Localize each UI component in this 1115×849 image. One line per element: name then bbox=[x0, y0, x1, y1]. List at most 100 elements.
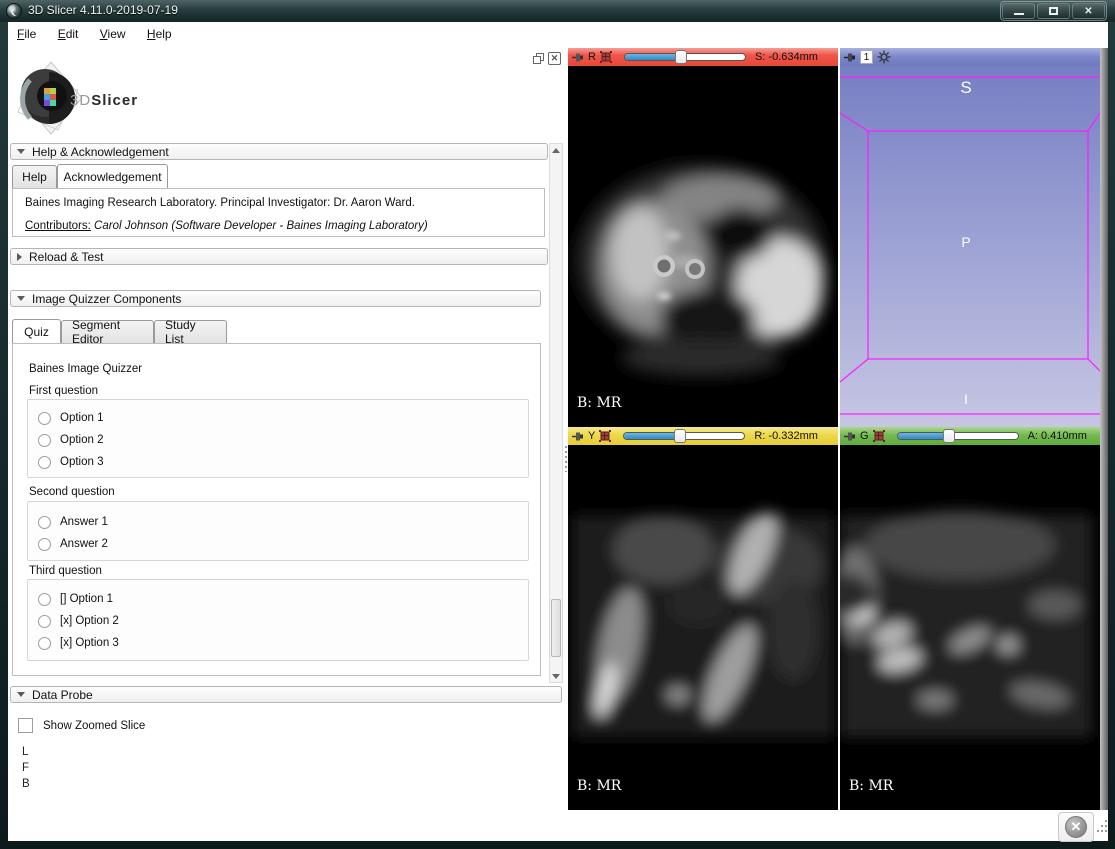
scroll-up-icon[interactable] bbox=[550, 144, 562, 156]
radio-button[interactable] bbox=[38, 637, 51, 650]
window-controls: ✕ bbox=[1000, 1, 1107, 21]
section-data-probe[interactable]: Data Probe bbox=[10, 686, 562, 703]
red-slice-viewport[interactable]: R S: -0.634mm bbox=[568, 48, 838, 427]
red-view-letter: R bbox=[588, 51, 596, 63]
yellow-volume-label: B: MR bbox=[577, 778, 621, 794]
slice-link-icon[interactable] bbox=[599, 430, 611, 442]
question-3-group: [] Option 1 [x] Option 2 [x] Option 3 bbox=[27, 579, 529, 661]
radio-row[interactable]: [x] Option 2 bbox=[38, 612, 119, 630]
radio-button[interactable] bbox=[38, 434, 51, 447]
yellow-slice-viewport[interactable]: Y R: -0.332mm bbox=[568, 427, 838, 810]
slice-link-icon[interactable] bbox=[600, 51, 612, 63]
section-help-acknowledgement[interactable]: Help & Acknowledgement bbox=[10, 143, 548, 160]
pin-icon[interactable] bbox=[571, 431, 584, 442]
orientation-label-i: I bbox=[840, 391, 1092, 407]
menu-file[interactable]: File bbox=[8, 22, 45, 45]
menu-bar: File Edit View Help bbox=[8, 22, 1108, 48]
close-slicelet-button[interactable]: ✕ bbox=[1058, 812, 1094, 842]
radio-row[interactable]: [] Option 1 bbox=[38, 590, 113, 608]
bottom-strip: ✕ bbox=[8, 810, 1108, 841]
sagittal-mr-image bbox=[568, 445, 838, 810]
radio-row[interactable]: Option 2 bbox=[38, 431, 103, 449]
title-bar[interactable]: 3D Slicer 4.11.0-2019-07-19 ✕ bbox=[0, 0, 1115, 22]
radio-button[interactable] bbox=[38, 516, 51, 529]
tab-study-list[interactable]: Study List bbox=[154, 320, 227, 343]
menu-edit[interactable]: Edit bbox=[49, 22, 88, 45]
scroll-down-icon[interactable] bbox=[550, 670, 562, 682]
radio-row[interactable]: [x] Option 3 bbox=[38, 634, 119, 652]
radio-row[interactable]: Answer 1 bbox=[38, 513, 108, 531]
menu-help[interactable]: Help bbox=[138, 22, 181, 45]
menu-view[interactable]: View bbox=[91, 22, 135, 45]
green-slice-image[interactable]: B: MR bbox=[840, 445, 1100, 810]
view-options-gear-icon[interactable] bbox=[877, 50, 891, 64]
tab-quiz[interactable]: Quiz bbox=[12, 319, 61, 343]
slider-handle[interactable] bbox=[675, 50, 687, 64]
section-reload-test[interactable]: Reload & Test bbox=[10, 248, 548, 265]
red-slice-offset-slider[interactable] bbox=[624, 52, 746, 62]
show-zoomed-slice-checkbox[interactable] bbox=[18, 718, 33, 733]
pin-icon[interactable] bbox=[843, 52, 856, 63]
threed-viewport[interactable]: 1 bbox=[840, 48, 1100, 427]
radio-row[interactable]: Option 3 bbox=[38, 453, 103, 471]
threed-controller-bar: 1 bbox=[840, 48, 1100, 66]
radio-button[interactable] bbox=[38, 456, 51, 469]
slice-link-icon[interactable] bbox=[873, 430, 885, 442]
pin-icon[interactable] bbox=[843, 431, 856, 442]
section-title: Help & Acknowledgement bbox=[32, 145, 169, 159]
probe-row-b: B bbox=[22, 778, 30, 790]
radio-row[interactable]: Answer 2 bbox=[38, 535, 108, 553]
question-1-group: Option 1 Option 2 Option 3 bbox=[27, 399, 529, 478]
float-panel-icon[interactable] bbox=[532, 52, 545, 65]
red-slice-image[interactable]: B: MR bbox=[568, 66, 838, 427]
radio-label: Option 3 bbox=[60, 456, 103, 468]
section-title: Reload & Test bbox=[29, 250, 104, 264]
tab-acknowledgement-label: Acknowledgement bbox=[63, 170, 161, 184]
orientation-label-p: P bbox=[840, 234, 1092, 250]
radio-button[interactable] bbox=[38, 412, 51, 425]
pin-icon[interactable] bbox=[571, 52, 584, 63]
slider-fill bbox=[898, 433, 949, 439]
tab-segment-editor[interactable]: Segment Editor bbox=[61, 320, 154, 343]
close-panel-icon[interactable]: ✕ bbox=[548, 52, 561, 65]
section-title: Image Quizzer Components bbox=[32, 292, 181, 306]
tab-help[interactable]: Help bbox=[12, 165, 57, 188]
radio-button[interactable] bbox=[38, 538, 51, 551]
yellow-slice-controller-bar: Y R: -0.332mm bbox=[568, 427, 838, 445]
panel-scrollbar[interactable] bbox=[549, 143, 563, 683]
radio-button[interactable] bbox=[38, 615, 51, 628]
contributors-text: Carol Johnson (Software Developer - Bain… bbox=[94, 220, 428, 232]
radio-label: [x] Option 3 bbox=[60, 637, 119, 649]
scrollbar-thumb[interactable] bbox=[551, 599, 561, 657]
threed-view[interactable]: S P I bbox=[840, 66, 1100, 427]
close-icon: ✕ bbox=[1084, 6, 1092, 17]
yellow-slice-offset-slider[interactable] bbox=[623, 431, 745, 441]
green-volume-label: B: MR bbox=[849, 778, 893, 794]
radio-row[interactable]: Option 1 bbox=[38, 409, 103, 427]
close-slicelet-icon: ✕ bbox=[1065, 816, 1087, 838]
slider-handle[interactable] bbox=[943, 429, 955, 443]
panel-dock-controls: ✕ bbox=[532, 52, 561, 65]
green-offset-value: A: 0.410mm bbox=[1028, 430, 1087, 442]
section-image-quizzer[interactable]: Image Quizzer Components bbox=[10, 290, 541, 307]
green-slice-controller-bar: G A: 0.410mm bbox=[840, 427, 1100, 445]
collapse-triangle-icon bbox=[17, 149, 25, 154]
tab-acknowledgement[interactable]: Acknowledgement bbox=[57, 164, 168, 188]
maximize-icon bbox=[1049, 7, 1058, 15]
close-button[interactable]: ✕ bbox=[1072, 3, 1105, 19]
question-1-label: First question bbox=[29, 385, 98, 397]
radio-button[interactable] bbox=[38, 593, 51, 606]
maximize-button[interactable] bbox=[1037, 3, 1070, 19]
yellow-view-letter: Y bbox=[588, 430, 595, 442]
green-slice-viewport[interactable]: G A: 0.410mm bbox=[840, 427, 1100, 810]
probe-row-f: F bbox=[22, 762, 29, 774]
show-zoomed-slice-label: Show Zoomed Slice bbox=[43, 720, 145, 732]
minimize-button[interactable] bbox=[1002, 3, 1035, 19]
green-slice-offset-slider[interactable] bbox=[897, 431, 1019, 441]
viewport-right-scrollbar[interactable] bbox=[1100, 48, 1108, 810]
resize-grip-icon[interactable] bbox=[1096, 820, 1108, 838]
window-title: 3D Slicer 4.11.0-2019-07-19 bbox=[28, 3, 178, 17]
slider-handle[interactable] bbox=[674, 429, 686, 443]
orientation-label-s: S bbox=[840, 78, 1092, 98]
yellow-slice-image[interactable]: B: MR bbox=[568, 445, 838, 810]
